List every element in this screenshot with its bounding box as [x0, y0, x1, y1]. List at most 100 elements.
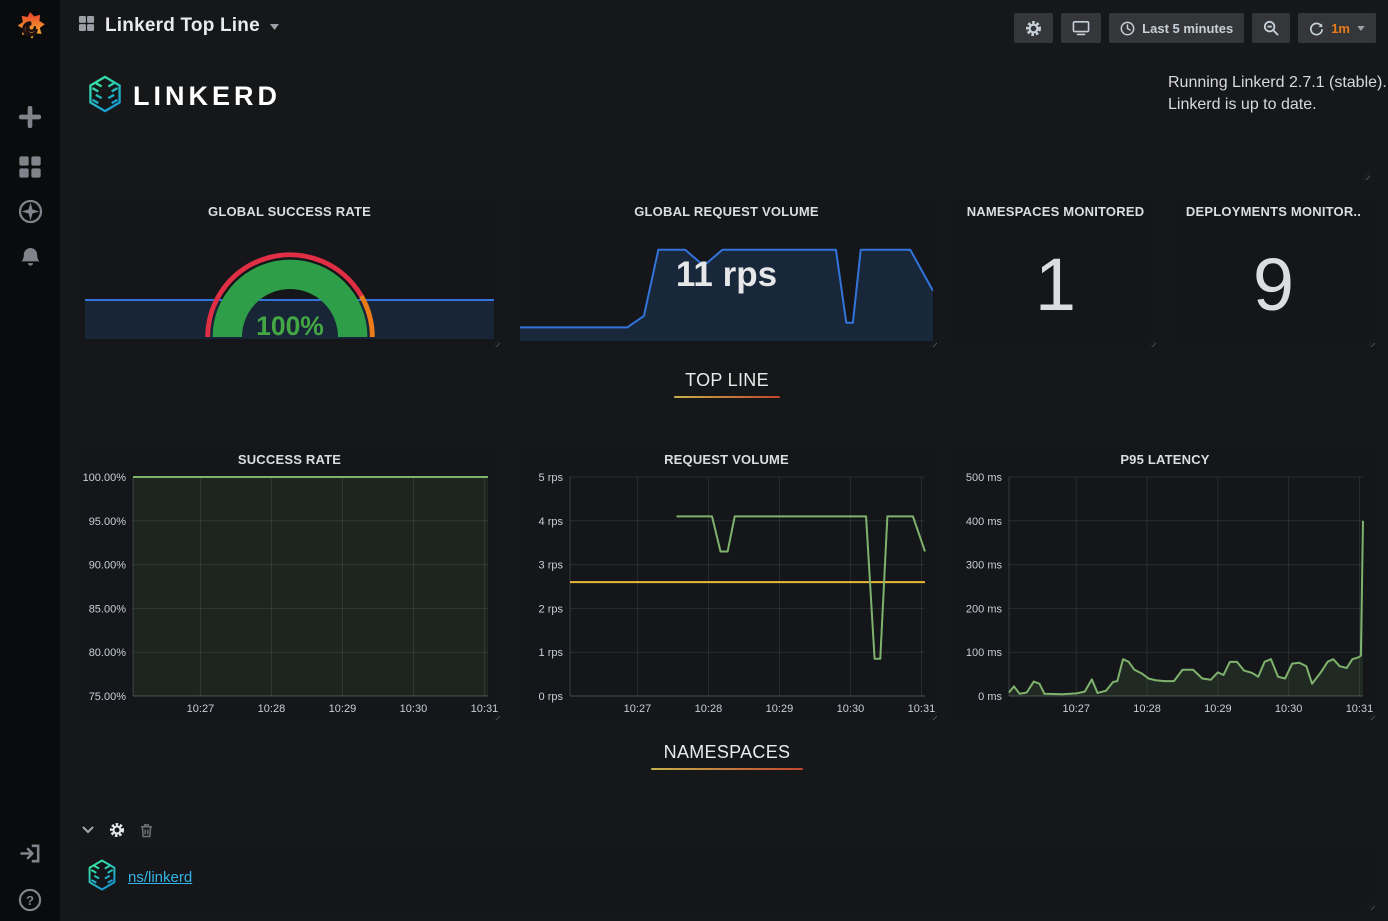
panel-title[interactable]: REQUEST VOLUME [514, 445, 939, 473]
clock-icon [1120, 21, 1135, 36]
refresh-icon [1309, 21, 1324, 36]
svg-text:300 ms: 300 ms [966, 560, 1003, 572]
svg-text:10:30: 10:30 [837, 703, 865, 715]
tv-cycle-button[interactable] [1061, 13, 1101, 43]
create-plus-icon[interactable] [0, 106, 60, 128]
svg-text:10:30: 10:30 [400, 703, 428, 715]
refresh-button-group[interactable]: 1m [1298, 13, 1376, 43]
dashboard-settings-button[interactable] [1014, 13, 1053, 43]
svg-text:10:29: 10:29 [766, 703, 794, 715]
svg-text:10:29: 10:29 [1204, 703, 1232, 715]
svg-text:10:27: 10:27 [1062, 703, 1090, 715]
zoom-out-button[interactable] [1252, 13, 1290, 43]
panel-title[interactable]: GLOBAL REQUEST VOLUME [514, 197, 939, 225]
svg-text:10:29: 10:29 [329, 703, 357, 715]
svg-text:?: ? [26, 893, 34, 908]
svg-text:95.00%: 95.00% [89, 516, 127, 528]
svg-text:10:27: 10:27 [624, 703, 652, 715]
nav-actions: Last 5 minutes 1m [1014, 13, 1376, 43]
linkerd-hexagon-icon [85, 858, 119, 897]
svg-text:500 ms: 500 ms [966, 472, 1003, 484]
dashboard-title-group[interactable]: Linkerd Top Line [78, 15, 279, 37]
svg-text:10:30: 10:30 [1275, 703, 1303, 715]
page-title[interactable]: Linkerd Top Line [105, 15, 260, 37]
svg-text:0 ms: 0 ms [978, 691, 1002, 703]
row-title[interactable]: NAMESPACES [664, 742, 791, 762]
linkerd-status-text: Running Linkerd 2.7.1 (stable). Linkerd … [1168, 72, 1387, 116]
tv-monitor-icon [1072, 20, 1090, 36]
linkerd-hexagon-icon [85, 74, 125, 119]
svg-text:10:28: 10:28 [695, 703, 723, 715]
svg-text:3 rps: 3 rps [539, 560, 564, 572]
singlestat-value: 1 [953, 227, 1158, 341]
explore-compass-icon[interactable] [0, 199, 60, 224]
linkerd-logo: LINKERD [85, 74, 281, 119]
panel-title[interactable]: P95 LATENCY [953, 445, 1377, 473]
row-delete-trash-icon[interactable] [140, 823, 153, 838]
panel-p95-latency-chart: P95 LATENCY 500 ms 400 ms 300 ms 200 ms 100 … [953, 445, 1377, 722]
svg-text:10:27: 10:27 [187, 703, 215, 715]
panel-title[interactable]: GLOBAL SUCCESS RATE [77, 197, 502, 225]
panel-title[interactable]: DEPLOYMENTS MONITOR.. [1170, 197, 1377, 225]
singlestat-value: 9 [1170, 227, 1377, 341]
time-range-label: Last 5 minutes [1142, 21, 1233, 36]
sign-in-icon[interactable] [0, 842, 60, 865]
chevron-down-icon[interactable] [82, 826, 94, 834]
panel-title[interactable]: SUCCESS RATE [77, 445, 502, 473]
status-line-1: Running Linkerd 2.7.1 (stable). [1168, 72, 1387, 94]
svg-text:100 ms: 100 ms [966, 647, 1003, 659]
row-header-namespaces: NAMESPACES [77, 742, 1377, 770]
sidebar: ? [0, 0, 60, 921]
alerting-bell-icon[interactable] [0, 246, 60, 269]
svg-text:5 rps: 5 rps [539, 472, 564, 484]
svg-text:10:28: 10:28 [258, 703, 286, 715]
svg-text:10:28: 10:28 [1133, 703, 1161, 715]
request-volume-chart[interactable]: 5 rps4 rps3 rps2 rps1 rps0 rps10:2710:28… [518, 471, 935, 718]
gear-icon [1025, 20, 1042, 37]
status-line-2: Linkerd is up to date. [1168, 94, 1387, 116]
svg-text:400 ms: 400 ms [966, 516, 1003, 528]
caret-down-icon [270, 17, 279, 35]
refresh-interval-label[interactable]: 1m [1331, 21, 1350, 36]
row-controls [82, 822, 153, 838]
row-title[interactable]: TOP LINE [685, 370, 769, 390]
panel-namespace-links: ns/linkerd [77, 846, 1377, 912]
svg-text:0 rps: 0 rps [539, 691, 564, 703]
panel-title[interactable]: NAMESPACES MONITORED [953, 197, 1158, 225]
success-rate-gauge: 100% [77, 237, 502, 341]
panel-resize-handle[interactable] [1362, 172, 1370, 180]
linkerd-wordmark: LINKERD [133, 81, 281, 112]
svg-text:90.00%: 90.00% [89, 560, 127, 572]
time-range-button[interactable]: Last 5 minutes [1109, 13, 1244, 43]
row-underline [651, 768, 803, 770]
svg-text:200 ms: 200 ms [966, 603, 1003, 615]
svg-text:1 rps: 1 rps [539, 647, 564, 659]
row-settings-gear-icon[interactable] [109, 822, 125, 838]
namespace-link[interactable]: ns/linkerd [128, 869, 192, 886]
svg-text:10:31: 10:31 [1346, 703, 1373, 715]
row-underline [674, 396, 780, 398]
panel-namespaces-monitored: NAMESPACES MONITORED 1 [953, 197, 1158, 349]
zoom-out-magnifier-icon [1263, 20, 1279, 36]
row-header-top-line: TOP LINE [77, 370, 1377, 398]
grafana-dashboard: ? Linkerd Top Line [0, 0, 1388, 921]
caret-down-icon [1357, 26, 1365, 31]
p95-latency-chart[interactable]: 500 ms 400 ms 300 ms 200 ms 100 ms 0 ms 10:27 1… [957, 471, 1373, 718]
dashboard-squares-icon [78, 15, 95, 37]
panel-global-request-volume: GLOBAL REQUEST VOLUME 11 rps [514, 197, 939, 349]
svg-text:10:31: 10:31 [908, 703, 935, 715]
grafana-logo-icon[interactable] [0, 8, 60, 50]
svg-text:100.00%: 100.00% [83, 472, 127, 484]
singlestat-value: 11 rps [514, 255, 939, 295]
panel-deployments-monitored: DEPLOYMENTS MONITOR.. 9 [1170, 197, 1377, 349]
svg-text:85.00%: 85.00% [89, 603, 127, 615]
dashboards-icon[interactable] [0, 155, 60, 179]
svg-text:2 rps: 2 rps [539, 603, 564, 615]
help-icon[interactable]: ? [0, 888, 60, 912]
svg-text:10:31: 10:31 [471, 703, 498, 715]
gauge-value: 100% [256, 311, 324, 341]
svg-text:80.00%: 80.00% [89, 647, 127, 659]
panel-global-success-rate: GLOBAL SUCCESS RATE 100% [77, 197, 502, 349]
success-rate-chart[interactable]: 100.00%95.00%90.00%85.00%80.00%75.00%10:… [81, 471, 498, 718]
panel-request-volume-chart: REQUEST VOLUME 5 rps4 rps3 rps2 rps1 rps… [514, 445, 939, 722]
